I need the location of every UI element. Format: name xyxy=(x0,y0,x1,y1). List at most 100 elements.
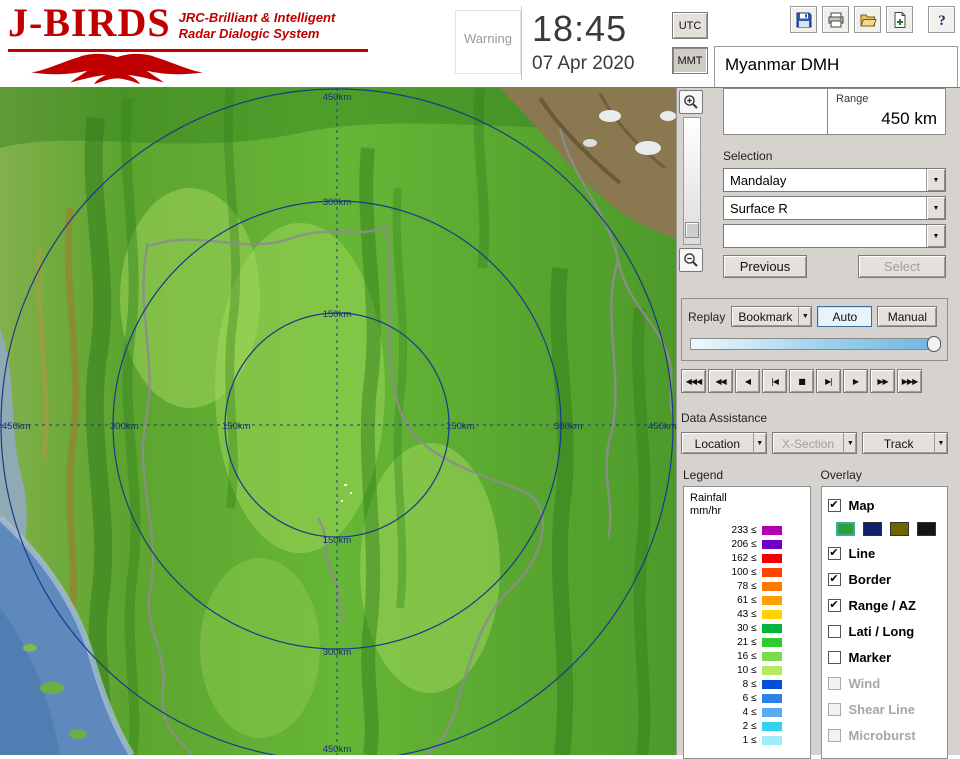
radar-map-area[interactable]: 450km 300km 150km 150km 300km 450km 450k… xyxy=(0,88,676,755)
map-color-swatch-0[interactable] xyxy=(835,522,855,536)
selection-label: Selection xyxy=(723,149,773,163)
option-dropdown[interactable]: ▼ xyxy=(723,224,946,248)
mmt-button[interactable]: MMT xyxy=(672,47,708,74)
clock: 18:45 07 Apr 2020 xyxy=(521,6,666,80)
overlay-item-border[interactable]: ✔ Border xyxy=(827,566,942,592)
overlay-item-shear-line[interactable]: Shear Line xyxy=(827,696,942,722)
map-color-swatch-3[interactable] xyxy=(916,522,936,536)
legend-color-swatch xyxy=(761,623,782,633)
legend-row: 162 ≤ xyxy=(690,551,804,565)
legend-row: 8 ≤ xyxy=(690,677,804,691)
overlay-item-label: Line xyxy=(848,545,876,561)
overlay-item-microburst[interactable]: Microburst xyxy=(827,722,942,748)
wind-checkbox[interactable] xyxy=(827,676,841,690)
playback-step-forward-button[interactable]: ▶| xyxy=(816,369,841,393)
map-color-swatch-2[interactable] xyxy=(889,522,909,536)
x-section-button: X-Section ▼ xyxy=(771,432,858,454)
bookmark-button-label: Bookmark xyxy=(738,310,793,324)
zoom-out-button[interactable] xyxy=(679,248,703,272)
playback-stop-button[interactable]: ■ xyxy=(789,369,814,393)
legend-color-swatch xyxy=(761,707,782,717)
station-name-box: Myanmar DMH xyxy=(714,46,958,87)
chevron-down-icon: ▼ xyxy=(752,433,766,453)
zoom-slider[interactable] xyxy=(683,117,701,245)
border-checkbox[interactable]: ✔ xyxy=(827,572,841,586)
legend-value: 6 ≤ xyxy=(742,692,757,704)
legend-value: 100 ≤ xyxy=(731,566,757,578)
warning-button[interactable]: Warning xyxy=(455,10,521,74)
chevron-down-icon[interactable]: ▼ xyxy=(926,197,945,219)
ring-label: 300km xyxy=(323,647,352,658)
legend-value: 1 ≤ xyxy=(742,734,757,746)
save-button[interactable] xyxy=(790,6,817,33)
range-box-left xyxy=(724,89,828,134)
help-button[interactable]: ? xyxy=(928,6,955,33)
overlay-item-line[interactable]: ✔ Line xyxy=(827,540,942,566)
legend-row: 43 ≤ xyxy=(690,607,804,621)
legend-row: 233 ≤ xyxy=(690,523,804,537)
utc-button[interactable]: UTC xyxy=(672,12,708,39)
legend-color-swatch xyxy=(761,679,782,689)
range-az-checkbox[interactable]: ✔ xyxy=(827,598,841,612)
previous-button[interactable]: Previous xyxy=(723,255,807,278)
ring-label: 300km xyxy=(323,197,352,208)
ring-label: 150km xyxy=(323,535,352,546)
manual-button[interactable]: Manual xyxy=(877,306,938,327)
playback-step-back-button[interactable]: |◀ xyxy=(762,369,787,393)
legend-color-swatch xyxy=(761,637,782,647)
zoom-in-button[interactable] xyxy=(679,90,703,114)
overlay-item-label: Border xyxy=(848,571,892,587)
line-checkbox[interactable]: ✔ xyxy=(827,546,841,560)
chevron-down-icon[interactable]: ▼ xyxy=(926,225,945,247)
overlay-column: Overlay ✔ Map ✔ Line ✔ Border ✔ Range / AZ Lati … xyxy=(820,468,948,759)
replay-slider-thumb[interactable] xyxy=(927,336,941,352)
help-icon: ? xyxy=(933,11,951,29)
legend-row: 78 ≤ xyxy=(690,579,804,593)
playback-fast-forward-full-button[interactable]: ▶▶▶ xyxy=(897,369,922,393)
chevron-down-icon[interactable]: ▼ xyxy=(798,307,811,326)
select-button[interactable]: Select xyxy=(858,255,946,278)
export-button[interactable] xyxy=(886,6,913,33)
overlay-item-map[interactable]: ✔ Map xyxy=(827,492,942,518)
overlay-item-label: Wind xyxy=(848,675,881,691)
radar-map[interactable]: 450km 300km 150km 150km 300km 450km 450k… xyxy=(0,88,676,755)
overlay-item-lati-long[interactable]: Lati / Long xyxy=(827,618,942,644)
site-dropdown[interactable]: Mandalay ▼ xyxy=(723,168,946,192)
svg-text:?: ? xyxy=(938,13,946,29)
data-assistance-section: Data Assistance Location ▼ X-Section ▼ Track… xyxy=(681,411,949,454)
replay-row: Replay Bookmark ▼ Auto Manual xyxy=(688,306,941,327)
shear-line-checkbox[interactable] xyxy=(827,702,841,716)
logo-tagline: JRC-Brilliant & Intelligent Radar Dialogi… xyxy=(179,10,336,42)
playback-rewind-button[interactable]: ◀◀ xyxy=(708,369,733,393)
legend-rows: 233 ≤ 206 ≤ 162 ≤ 100 ≤ 78 ≤ 61 ≤ 43 ≤ 30 ≤ 21 ≤… xyxy=(690,523,804,747)
replay-timeline-slider[interactable] xyxy=(690,336,941,352)
map-checkbox[interactable]: ✔ xyxy=(827,498,841,512)
microburst-checkbox[interactable] xyxy=(827,728,841,742)
track-button[interactable]: Track ▼ xyxy=(862,432,949,454)
overlay-item-marker[interactable]: Marker xyxy=(827,644,942,670)
logo-tagline-2: Radar Dialogic System xyxy=(178,26,320,41)
lati-long-checkbox[interactable] xyxy=(827,624,841,638)
map-color-swatch-1[interactable] xyxy=(862,522,882,536)
legend-color-swatch xyxy=(761,735,782,745)
legend-value: 30 ≤ xyxy=(737,622,757,634)
product-dropdown[interactable]: Surface R ▼ xyxy=(723,196,946,220)
bookmark-button[interactable]: Bookmark ▼ xyxy=(731,306,813,327)
playback-fast-forward-button[interactable]: ▶▶ xyxy=(870,369,895,393)
playback-play-reverse-button[interactable]: ◀ xyxy=(735,369,760,393)
location-button[interactable]: Location ▼ xyxy=(681,432,767,454)
legend-color-swatch xyxy=(761,609,782,619)
print-button[interactable] xyxy=(822,6,849,33)
open-button[interactable] xyxy=(854,6,881,33)
chevron-down-icon[interactable]: ▼ xyxy=(926,169,945,191)
zoom-slider-thumb[interactable] xyxy=(685,222,699,238)
control-panel: Range 450 km Selection Mandalay ▼ Surfac… xyxy=(676,88,960,759)
legend-color-swatch xyxy=(761,595,782,605)
playback-play-button[interactable]: ▶ xyxy=(843,369,868,393)
option-dropdown-value xyxy=(724,225,926,247)
overlay-item-range-az[interactable]: ✔ Range / AZ xyxy=(827,592,942,618)
overlay-item-wind[interactable]: Wind xyxy=(827,670,942,696)
marker-checkbox[interactable] xyxy=(827,650,841,664)
auto-button[interactable]: Auto xyxy=(817,306,873,327)
playback-rewind-full-button[interactable]: ◀◀◀ xyxy=(681,369,706,393)
